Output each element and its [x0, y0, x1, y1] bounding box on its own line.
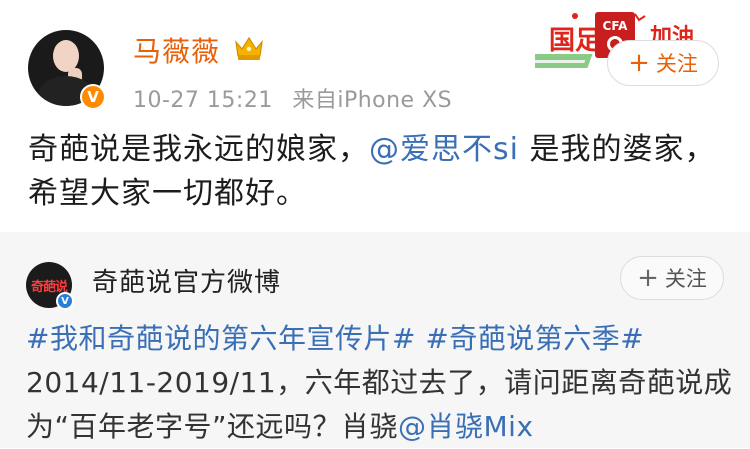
hashtag-link[interactable]: #我和奇葩说的第六年宣传片#	[26, 322, 416, 355]
mention-link[interactable]: @爱思不si	[369, 132, 519, 167]
post-meta: 10-27 15:21 来自iPhone XS	[133, 82, 452, 114]
repost-block[interactable]: 奇葩说 V 奇葩说官方微博 + 关注 #我和奇葩说的第六年宣传片# #奇葩说第六…	[0, 232, 750, 448]
plus-icon: +	[628, 48, 650, 78]
repost-follow-button[interactable]: + 关注	[620, 256, 724, 300]
crown-icon	[235, 36, 263, 60]
post-time: 10-27 15:21	[133, 88, 273, 113]
repost-follow-label: 关注	[664, 267, 707, 291]
post-content: 奇葩说是我永远的娘家，@爱思不si 是我的婆家，希望大家一切都好。	[28, 128, 728, 216]
repost-content: #我和奇葩说的第六年宣传片# #奇葩说第六季# 2014/11-2019/11，…	[26, 317, 736, 449]
verified-badge-icon: V	[80, 84, 106, 110]
plus-icon: +	[637, 263, 659, 293]
repost-mention-link[interactable]: @肖骁Mix	[398, 410, 534, 443]
follow-button[interactable]: + 关注	[607, 40, 719, 86]
promo-text-1: 国足	[549, 26, 601, 56]
post-username[interactable]: 马薇薇	[133, 30, 220, 70]
verified-badge-icon: V	[56, 292, 74, 310]
promo-badge: CFA	[603, 19, 629, 33]
post-source[interactable]: 来自iPhone XS	[292, 88, 452, 113]
repost-username[interactable]: 奇葩说官方微博	[92, 262, 281, 299]
weibo-post: V 马薇薇 10-27 15:21 来自iPhone XS 国足 CFA 加油 …	[0, 0, 750, 232]
post-text-before: 奇葩说是我永远的娘家，	[28, 132, 369, 167]
hashtag-link[interactable]: #奇葩说第六季#	[425, 322, 644, 355]
repost-text: 2014/11-2019/11，六年都过去了，请问距离奇葩说成为“百年老字号”还…	[26, 366, 733, 443]
follow-label: 关注	[655, 52, 698, 76]
